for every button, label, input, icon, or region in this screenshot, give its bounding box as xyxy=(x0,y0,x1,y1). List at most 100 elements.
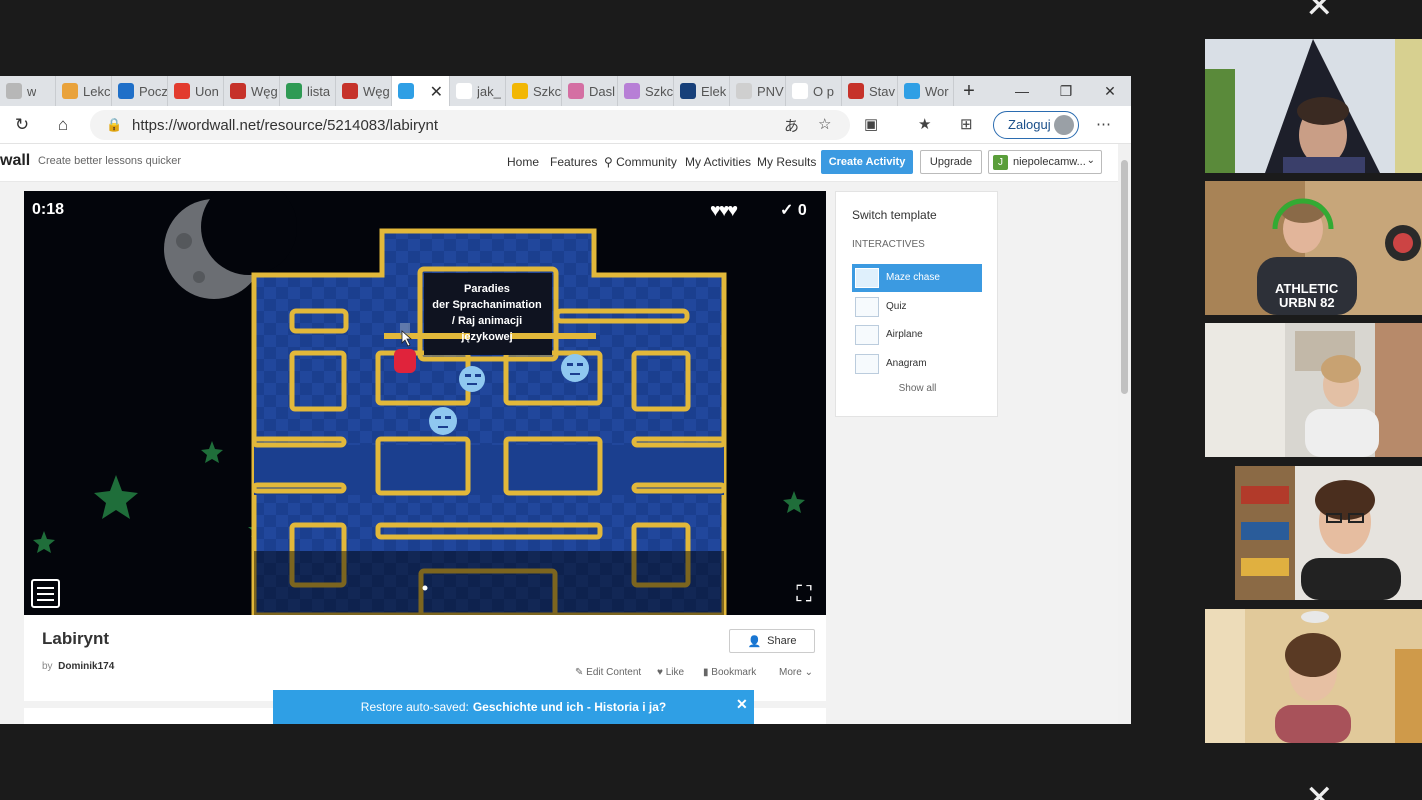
extension-icon[interactable]: ▣ xyxy=(864,115,878,133)
more-menu-icon[interactable]: ⋯ xyxy=(1096,115,1111,133)
search-icon: ⚲ xyxy=(604,155,613,169)
maze-scene xyxy=(24,191,826,615)
wordwall-logo[interactable]: wall xyxy=(0,152,30,170)
favorite-add-icon[interactable]: ☆ xyxy=(818,115,831,133)
create-activity-button[interactable]: Create Activity xyxy=(821,150,913,174)
tab-label: Lekc xyxy=(83,83,111,99)
share-button[interactable]: 👤 Share xyxy=(729,629,815,653)
browser-tab[interactable]: Uon xyxy=(168,76,224,106)
new-tab-icon[interactable]: + xyxy=(954,76,984,106)
nav-features[interactable]: Features xyxy=(550,155,597,169)
tab-label: Uon xyxy=(195,83,219,99)
enemy-ghost xyxy=(561,354,589,382)
minimize-icon[interactable]: — xyxy=(1000,76,1044,106)
close-icon[interactable]: ✕ xyxy=(736,696,748,713)
tab-label: Węg xyxy=(251,83,278,99)
template-label: Maze chase xyxy=(886,272,940,283)
restore-autosave-banner[interactable]: Restore auto-saved: Geschichte und ich - … xyxy=(273,690,754,724)
collections-icon[interactable]: ⊞ xyxy=(960,115,973,133)
more-dropdown[interactable]: More ⌄ xyxy=(779,667,813,678)
tab-favicon-icon xyxy=(398,83,414,99)
browser-tab[interactable]: jak_ xyxy=(450,76,506,106)
home-icon[interactable]: ⌂ xyxy=(52,114,74,136)
favorites-icon[interactable]: ★ xyxy=(918,115,931,133)
scrollbar[interactable] xyxy=(1118,144,1131,724)
question-box: Paradies der Sprachanimation / Raj anima… xyxy=(421,270,553,356)
browser-tab[interactable]: w xyxy=(0,76,56,106)
browser-tab[interactable]: PNV xyxy=(730,76,786,106)
browser-tab[interactable]: lista xyxy=(280,76,336,106)
tab-favicon-icon xyxy=(118,83,134,99)
url-text[interactable]: https://wordwall.net/resource/5214083/la… xyxy=(132,117,438,134)
browser-tab[interactable]: ✕ xyxy=(392,76,450,106)
chevron-down-icon: ⌄ xyxy=(1086,155,1095,166)
tab-favicon-icon xyxy=(512,83,528,99)
edit-content-link[interactable]: ✎ Edit Content xyxy=(575,667,641,678)
tab-label: w xyxy=(27,83,37,99)
bookmark-link[interactable]: ▮ Bookmark xyxy=(703,667,756,678)
read-aloud-icon[interactable]: あ xyxy=(784,115,799,136)
show-all-link[interactable]: Show all xyxy=(836,383,999,394)
participant-video xyxy=(1205,466,1422,600)
template-label: Anagram xyxy=(886,358,927,369)
browser-tab[interactable]: Szkc xyxy=(506,76,562,106)
browser-tab[interactable]: Wor xyxy=(898,76,954,106)
tab-label: jak_ xyxy=(477,83,501,99)
participant-video xyxy=(1205,323,1422,457)
fullscreen-icon[interactable]: ⛶ xyxy=(790,580,818,608)
tab-favicon-icon xyxy=(342,83,358,99)
tab-label: lista xyxy=(307,83,331,99)
template-quiz[interactable]: Quiz xyxy=(852,293,982,321)
nav-home[interactable]: Home xyxy=(507,155,539,169)
template-label: Quiz xyxy=(886,301,907,312)
quiz-icon xyxy=(855,297,879,317)
participant-video xyxy=(1205,39,1422,173)
like-link[interactable]: ♥ Like xyxy=(657,667,684,678)
restore-activity-name[interactable]: Geschichte und ich - Historia i ja? xyxy=(473,700,666,714)
browser-window: w Lekc Pocz Uon Węg lista Węg ✕ jak_ Szkc Dasl Szkc… xyxy=(0,76,1131,724)
browser-tab[interactable]: Węg xyxy=(224,76,280,106)
tab-label: Węg xyxy=(363,83,390,99)
template-airplane[interactable]: Airplane xyxy=(852,321,982,349)
template-maze-chase[interactable]: Maze chase xyxy=(852,264,982,292)
tab-favicon-icon xyxy=(848,83,864,99)
browser-tab[interactable]: Dasl xyxy=(562,76,618,106)
nav-my-activities[interactable]: My Activities xyxy=(685,155,751,169)
refresh-icon[interactable]: ↻ xyxy=(11,114,33,136)
nav-community[interactable]: ⚲ Community xyxy=(604,155,677,169)
browser-tab[interactable]: Elek xyxy=(674,76,730,106)
restore-window-icon[interactable]: ❐ xyxy=(1044,76,1088,106)
browser-tab[interactable]: Pocz xyxy=(112,76,168,106)
close-icon[interactable]: ✕ xyxy=(1305,0,1334,26)
more-label: More xyxy=(779,667,802,678)
user-avatar: J xyxy=(993,155,1008,170)
scrollbar-thumb[interactable] xyxy=(1121,160,1128,394)
template-anagram[interactable]: Anagram xyxy=(852,350,982,378)
question-line: / Raj animacji xyxy=(451,315,523,327)
close-icon[interactable]: ✕ xyxy=(1305,778,1334,800)
close-window-icon[interactable]: ✕ xyxy=(1088,76,1131,106)
signin-button[interactable]: Zaloguj xyxy=(993,111,1079,139)
tab-favicon-icon xyxy=(456,83,472,99)
activity-title: Labirynt xyxy=(42,629,110,648)
user-menu-button[interactable]: J niepolecamw... ⌄ xyxy=(988,150,1102,174)
game-menu-icon[interactable] xyxy=(31,579,60,608)
author-link[interactable]: Dominik174 xyxy=(58,661,114,672)
browser-tab[interactable]: Stav xyxy=(842,76,898,106)
share-label: Share xyxy=(767,635,797,647)
edit-content-label: Edit Content xyxy=(586,667,642,678)
tab-close-icon[interactable]: ✕ xyxy=(430,82,443,102)
checkmark-icon: ✓ xyxy=(780,202,794,219)
browser-tab[interactable]: Węg xyxy=(336,76,392,106)
tab-favicon-icon xyxy=(174,83,190,99)
tab-label: Elek xyxy=(701,83,727,99)
tab-favicon-icon xyxy=(62,83,78,99)
nav-my-results[interactable]: My Results xyxy=(757,155,816,169)
tab-favicon-icon xyxy=(286,83,302,99)
browser-tab[interactable]: O p xyxy=(786,76,842,106)
browser-tab[interactable]: Lekc xyxy=(56,76,112,106)
browser-tab[interactable]: Szkc xyxy=(618,76,674,106)
upgrade-button[interactable]: Upgrade xyxy=(920,150,982,174)
url-box[interactable]: 🔒 https://wordwall.net/resource/5214083/… xyxy=(90,110,850,140)
game-canvas[interactable]: Paradies der Sprachanimation / Raj anima… xyxy=(24,191,826,615)
